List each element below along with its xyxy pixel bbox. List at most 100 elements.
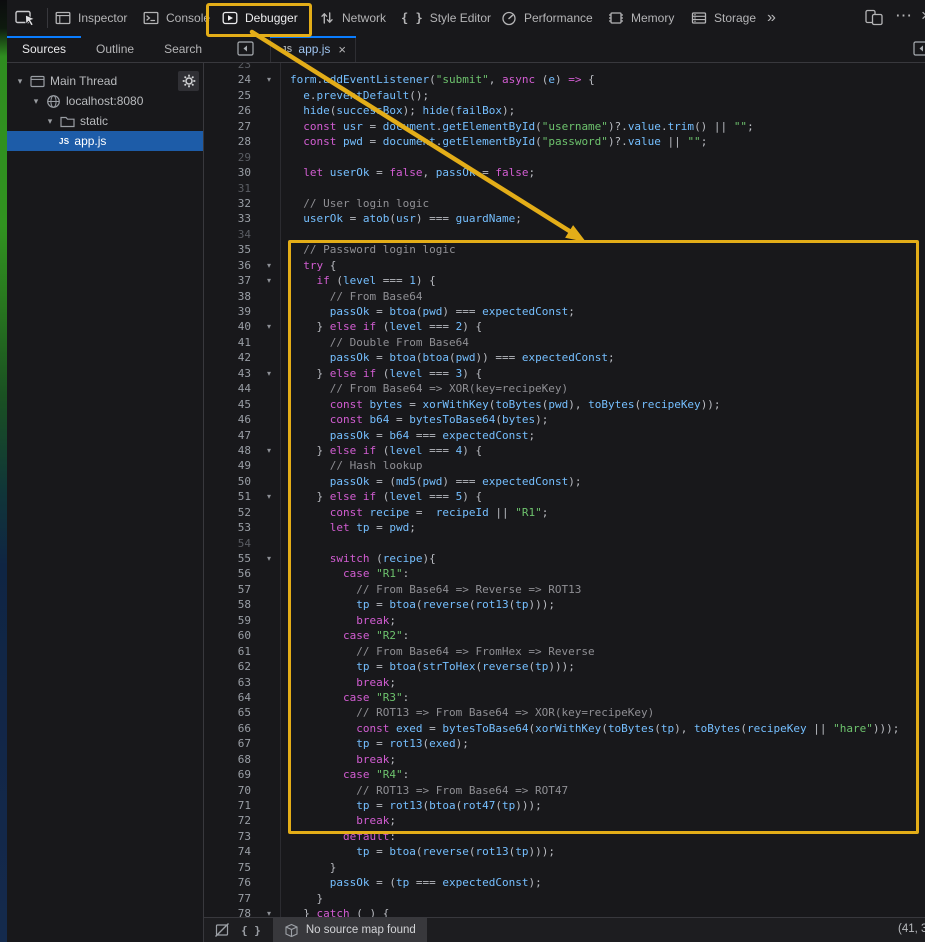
code-text[interactable]: passOk = (md5(pwd) === expectedConst); [280,474,925,489]
panel-tab-outline[interactable]: Outline [81,36,149,62]
panel-tab-sources[interactable]: Sources [7,36,81,62]
code-text[interactable]: // From Base64 [280,289,925,304]
line-number[interactable]: 43 [204,366,258,381]
close-icon[interactable]: × [921,7,925,25]
line-number[interactable]: 53 [204,520,258,535]
meatball-menu-icon[interactable]: ⋯ [895,7,912,25]
code-text[interactable]: tp = rot13(exed); [280,736,925,751]
pretty-print-icon[interactable]: { } [241,924,261,937]
line-number[interactable]: 32 [204,196,258,211]
line-number[interactable]: 61 [204,644,258,659]
collapse-panel-icon[interactable] [913,41,925,61]
code-text[interactable]: passOk = b64 === expectedConst; [280,428,925,443]
code-text[interactable]: case "R3": [280,690,925,705]
code-text[interactable]: form.addEventListener("submit", async (e… [280,72,925,87]
code-text[interactable]: break; [280,813,925,828]
line-number[interactable]: 62 [204,659,258,674]
code-text[interactable]: let userOk = false, passOk = false; [280,165,925,180]
tab-debugger[interactable]: Debugger [222,0,298,35]
code-text[interactable]: break; [280,613,925,628]
line-number[interactable]: 56 [204,566,258,581]
code-text[interactable] [280,181,925,196]
line-number[interactable]: 40 [204,319,258,334]
collapse-arrow-icon[interactable]: ▾ [258,443,280,458]
line-number[interactable]: 76 [204,875,258,890]
code-text[interactable]: default: [280,829,925,844]
code-text[interactable]: passOk = btoa(pwd) === expectedConst; [280,304,925,319]
line-number[interactable]: 71 [204,798,258,813]
line-number[interactable]: 48 [204,443,258,458]
code-text[interactable]: } [280,860,925,875]
line-number[interactable]: 47 [204,428,258,443]
code-text[interactable]: const bytes = xorWithKey(toBytes(pwd), t… [280,397,925,412]
line-number[interactable]: 30 [204,165,258,180]
line-number[interactable]: 72 [204,813,258,828]
line-number[interactable]: 55 [204,551,258,566]
line-number[interactable]: 67 [204,736,258,751]
code-text[interactable]: } else if (level === 3) { [280,366,925,381]
code-text[interactable]: tp = rot13(btoa(rot47(tp))); [280,798,925,813]
code-text[interactable]: e.preventDefault(); [280,88,925,103]
code-text[interactable]: // ROT13 => From Base64 => ROT47 [280,783,925,798]
line-number[interactable]: 68 [204,752,258,767]
line-number[interactable]: 35 [204,242,258,257]
code-text[interactable]: } [280,891,925,906]
line-number[interactable]: 45 [204,397,258,412]
line-number[interactable]: 63 [204,675,258,690]
line-number[interactable]: 31 [204,181,258,196]
code-text[interactable] [280,227,925,242]
expand-arrow-icon[interactable]: ▾ [15,76,25,87]
close-tab-icon[interactable]: × [338,42,346,57]
code-text[interactable]: userOk = atob(usr) === guardName; [280,211,925,226]
line-number[interactable]: 24 [204,72,258,87]
line-number[interactable]: 46 [204,412,258,427]
line-number[interactable]: 58 [204,597,258,612]
line-number[interactable]: 75 [204,860,258,875]
tree-item-localhost-8080[interactable]: ▾localhost:8080 [7,91,203,111]
code-text[interactable]: // From Base64 => Reverse => ROT13 [280,582,925,597]
code-text[interactable]: const exed = bytesToBase64(xorWithKey(to… [280,721,925,736]
code-text[interactable]: if (level === 1) { [280,273,925,288]
line-number[interactable]: 26 [204,103,258,118]
panel-tab-search[interactable]: Search [149,36,217,62]
code-text[interactable] [280,536,925,551]
line-number[interactable]: 64 [204,690,258,705]
line-number[interactable]: 52 [204,505,258,520]
line-number[interactable]: 77 [204,891,258,906]
tab-inspector[interactable]: Inspector [55,0,127,35]
code-text[interactable]: // Password login logic [280,242,925,257]
code-text[interactable]: // ROT13 => From Base64 => XOR(key=recip… [280,705,925,720]
line-number[interactable]: 34 [204,227,258,242]
line-number[interactable]: 54 [204,536,258,551]
code-text[interactable]: } else if (level === 2) { [280,319,925,334]
collapse-arrow-icon[interactable]: ▾ [258,489,280,504]
expand-arrow-icon[interactable]: ▾ [31,96,41,107]
gear-icon[interactable] [178,71,199,91]
line-number[interactable]: 39 [204,304,258,319]
code-text[interactable]: // User login logic [280,196,925,211]
line-number[interactable]: 60 [204,628,258,643]
line-number[interactable]: 73 [204,829,258,844]
tab-memory[interactable]: Memory [608,0,674,35]
tab-console[interactable]: Console [143,0,210,35]
line-number[interactable]: 69 [204,767,258,782]
tab-performance[interactable]: Performance [501,0,593,35]
code-text[interactable]: const usr = document.getElementById("use… [280,119,925,134]
source-tab-appjs[interactable]: JS app.js × [270,36,356,62]
code-text[interactable]: break; [280,752,925,767]
tree-item-main-thread[interactable]: ▾Main Thread [7,71,203,91]
code-text[interactable]: // Double From Base64 [280,335,925,350]
line-number[interactable]: 38 [204,289,258,304]
code-text[interactable]: let tp = pwd; [280,520,925,535]
line-number[interactable]: 44 [204,381,258,396]
code-text[interactable]: break; [280,675,925,690]
line-number[interactable]: 37 [204,273,258,288]
ignore-source-icon[interactable] [214,922,230,938]
code-text[interactable]: } else if (level === 4) { [280,443,925,458]
line-number[interactable]: 23 [204,63,258,72]
line-number[interactable]: 36 [204,258,258,273]
expand-arrow-icon[interactable]: ▾ [45,116,55,127]
code-text[interactable]: switch (recipe){ [280,551,925,566]
line-number[interactable]: 28 [204,134,258,149]
line-number[interactable]: 50 [204,474,258,489]
